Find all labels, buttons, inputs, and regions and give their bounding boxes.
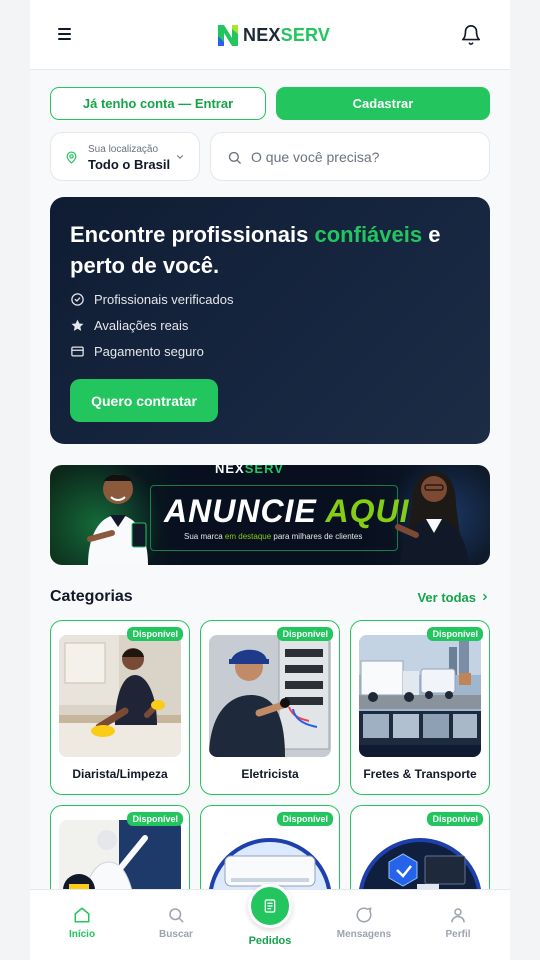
availability-badge: Disponível bbox=[427, 812, 483, 826]
app-logo[interactable]: NEXSERV bbox=[216, 22, 330, 48]
availability-badge: Disponível bbox=[427, 627, 483, 641]
ad-banner[interactable]: NEXSERV ANUNCIE AQUI Sua marca em destaq… bbox=[50, 465, 490, 565]
location-label: Sua localização bbox=[88, 144, 159, 155]
star-icon bbox=[71, 319, 84, 331]
categories-title: Categorias bbox=[50, 588, 133, 605]
signup-button[interactable]: Cadastrar bbox=[276, 87, 490, 120]
feature-verified: Profissionais verificados bbox=[70, 292, 233, 307]
hero-title: Encontre profissionais confiáveis e pert… bbox=[70, 222, 441, 278]
chat-bubble-icon bbox=[356, 907, 372, 923]
nav-home[interactable]: Início bbox=[47, 906, 117, 940]
hire-button[interactable]: Quero contratar bbox=[70, 379, 218, 422]
ad-person-right-illustration bbox=[395, 471, 468, 565]
category-name: Eletricista bbox=[241, 767, 299, 781]
nav-messages[interactable]: Mensagens bbox=[329, 906, 399, 940]
feature-reviews: Avaliações reais bbox=[70, 318, 188, 333]
transport-photo bbox=[359, 635, 481, 757]
search-icon bbox=[169, 908, 184, 923]
availability-badge: Disponível bbox=[277, 627, 333, 641]
map-pin-icon bbox=[66, 151, 77, 164]
see-all-link[interactable]: Ver todas bbox=[417, 590, 490, 605]
app-screen: NEXSERV Já tenho conta — Entrar Cadastra… bbox=[30, 0, 510, 960]
chevron-down-icon bbox=[176, 155, 184, 159]
category-card-fretes[interactable]: Disponível Fretes & Transporte bbox=[350, 620, 490, 795]
cleaning-photo bbox=[59, 635, 181, 757]
availability-badge: Disponível bbox=[127, 627, 183, 641]
search-row: Sua localização Todo o Brasil bbox=[50, 132, 490, 181]
location-value: Todo o Brasil bbox=[88, 157, 171, 172]
category-name: Diarista/Limpeza bbox=[72, 767, 168, 781]
ad-brand: NEXSERV bbox=[215, 465, 284, 476]
home-icon bbox=[74, 907, 90, 923]
user-icon bbox=[451, 908, 465, 923]
bottom-navigation: Início Buscar Pedidos Mensagens Perfil bbox=[30, 884, 510, 960]
availability-badge: Disponível bbox=[277, 812, 333, 826]
hamburger-menu-icon[interactable] bbox=[58, 25, 80, 45]
search-input[interactable] bbox=[251, 145, 471, 169]
bell-icon[interactable] bbox=[460, 24, 482, 46]
login-button[interactable]: Já tenho conta — Entrar bbox=[50, 87, 266, 120]
check-circle-icon bbox=[71, 293, 84, 306]
ad-person-left-illustration bbox=[87, 474, 148, 565]
categories-header: Categorias Ver todas bbox=[50, 588, 490, 606]
category-card-diarista[interactable]: Disponível Diarista/Limpeza bbox=[50, 620, 190, 795]
location-selector[interactable]: Sua localização Todo o Brasil bbox=[50, 132, 200, 181]
nav-profile[interactable]: Perfil bbox=[423, 906, 493, 940]
electrician-photo bbox=[209, 635, 331, 757]
search-icon bbox=[228, 151, 241, 164]
nav-orders-label[interactable]: Pedidos bbox=[235, 935, 305, 947]
ad-subtitle: Sua marca em destaque para milhares de c… bbox=[184, 532, 363, 541]
chevron-right-icon bbox=[483, 593, 487, 601]
top-bar: NEXSERV bbox=[30, 0, 510, 70]
orders-fab-button[interactable] bbox=[248, 884, 292, 928]
availability-badge: Disponível bbox=[127, 812, 183, 826]
ad-headline: ANUNCIE AQUI bbox=[164, 493, 410, 529]
search-box bbox=[210, 132, 490, 181]
nav-search[interactable]: Buscar bbox=[141, 906, 211, 940]
logo-text: NEXSERV bbox=[243, 24, 331, 45]
document-icon bbox=[264, 899, 276, 913]
credit-card-icon bbox=[71, 346, 84, 357]
category-card-eletricista[interactable]: Disponível Eletricista bbox=[200, 620, 340, 795]
category-name: Fretes & Transporte bbox=[363, 767, 477, 781]
auth-buttons: Já tenho conta — Entrar Cadastrar bbox=[50, 87, 490, 120]
hero-banner: Encontre profissionais confiáveis e pert… bbox=[50, 197, 490, 444]
feature-payment: Pagamento seguro bbox=[70, 344, 204, 359]
logo-mark-icon bbox=[218, 25, 238, 46]
